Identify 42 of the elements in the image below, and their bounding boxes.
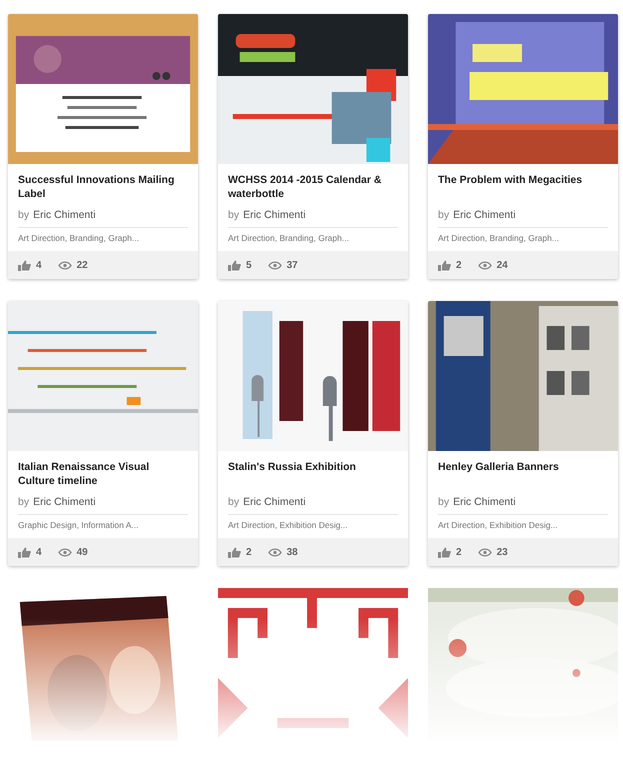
project-card[interactable]: The Problem with Megacities by Eric Chimenti Art Direction, Branding, Graph... 2 24 — [428, 14, 618, 279]
project-tags: Art Direction, Branding, Graph... — [228, 233, 398, 243]
appreciation-count: 2 — [246, 546, 252, 558]
project-title[interactable]: WCHSS 2014 -2015 Calendar & waterbottle — [228, 173, 398, 204]
project-tags: Art Direction, Branding, Graph... — [18, 233, 188, 243]
by-label: by — [228, 496, 240, 508]
view-count: 49 — [76, 546, 88, 558]
by-label: by — [18, 209, 30, 221]
project-card[interactable]: Stalin's Russia Exhibition by Eric Chimenti Art Direction, Exhibition Desig... 2 38 — [218, 301, 408, 566]
by-label: by — [228, 209, 240, 221]
project-card[interactable]: WCHSS 2014 -2015 Calendar & waterbottle by Eric Chimenti Art Direction, Branding, Graph... 5 37 — [218, 14, 408, 279]
project-title[interactable]: Italian Renaissance Visual Culture timeline — [18, 460, 188, 491]
by-label: by — [18, 496, 30, 508]
by-label: by — [438, 496, 450, 508]
by-label: by — [438, 209, 450, 221]
author-name[interactable]: Eric Chimenti — [243, 209, 306, 221]
view-count: 37 — [286, 260, 298, 270]
project-title[interactable]: The Problem with Megacities — [438, 173, 608, 204]
author-name[interactable]: Eric Chimenti — [453, 209, 516, 221]
project-tags: Art Direction, Exhibition Desig... — [228, 520, 398, 530]
project-tags: Graphic Design, Information A... — [18, 520, 188, 530]
view-count: 24 — [496, 260, 508, 270]
appreciation-count: 5 — [246, 260, 252, 270]
project-card[interactable]: Successful Innovations Mailing Label by Eric Chimenti Art Direction, Branding, Graph... 4 22 — [8, 14, 198, 279]
project-card[interactable]: Italian Renaissance Visual Culture timeline by Eric Chimenti Graphic Design, Information A... 4 49 — [8, 301, 198, 566]
project-card[interactable]: Henley Galleria Banners by Eric Chimenti Art Direction, Exhibition Desig... 2 23 — [428, 301, 618, 566]
project-tags: Art Direction, Exhibition Desig... — [438, 520, 608, 530]
appreciation-count: 2 — [456, 260, 462, 270]
appreciation-count: 4 — [36, 260, 42, 270]
author-name[interactable]: Eric Chimenti — [453, 496, 516, 508]
view-count: 38 — [286, 546, 298, 558]
appreciation-count: 2 — [456, 546, 462, 558]
view-count: 22 — [76, 260, 88, 270]
appreciation-count: 4 — [36, 546, 42, 558]
project-title[interactable]: Successful Innovations Mailing Label — [18, 173, 188, 204]
project-tags: Art Direction, Branding, Graph... — [438, 233, 608, 243]
author-name[interactable]: Eric Chimenti — [33, 209, 96, 221]
project-title[interactable]: Henley Galleria Banners — [438, 460, 608, 491]
author-name[interactable]: Eric Chimenti — [243, 496, 306, 508]
view-count: 23 — [496, 546, 508, 558]
author-name[interactable]: Eric Chimenti — [33, 496, 96, 508]
project-title[interactable]: Stalin's Russia Exhibition — [228, 460, 398, 491]
